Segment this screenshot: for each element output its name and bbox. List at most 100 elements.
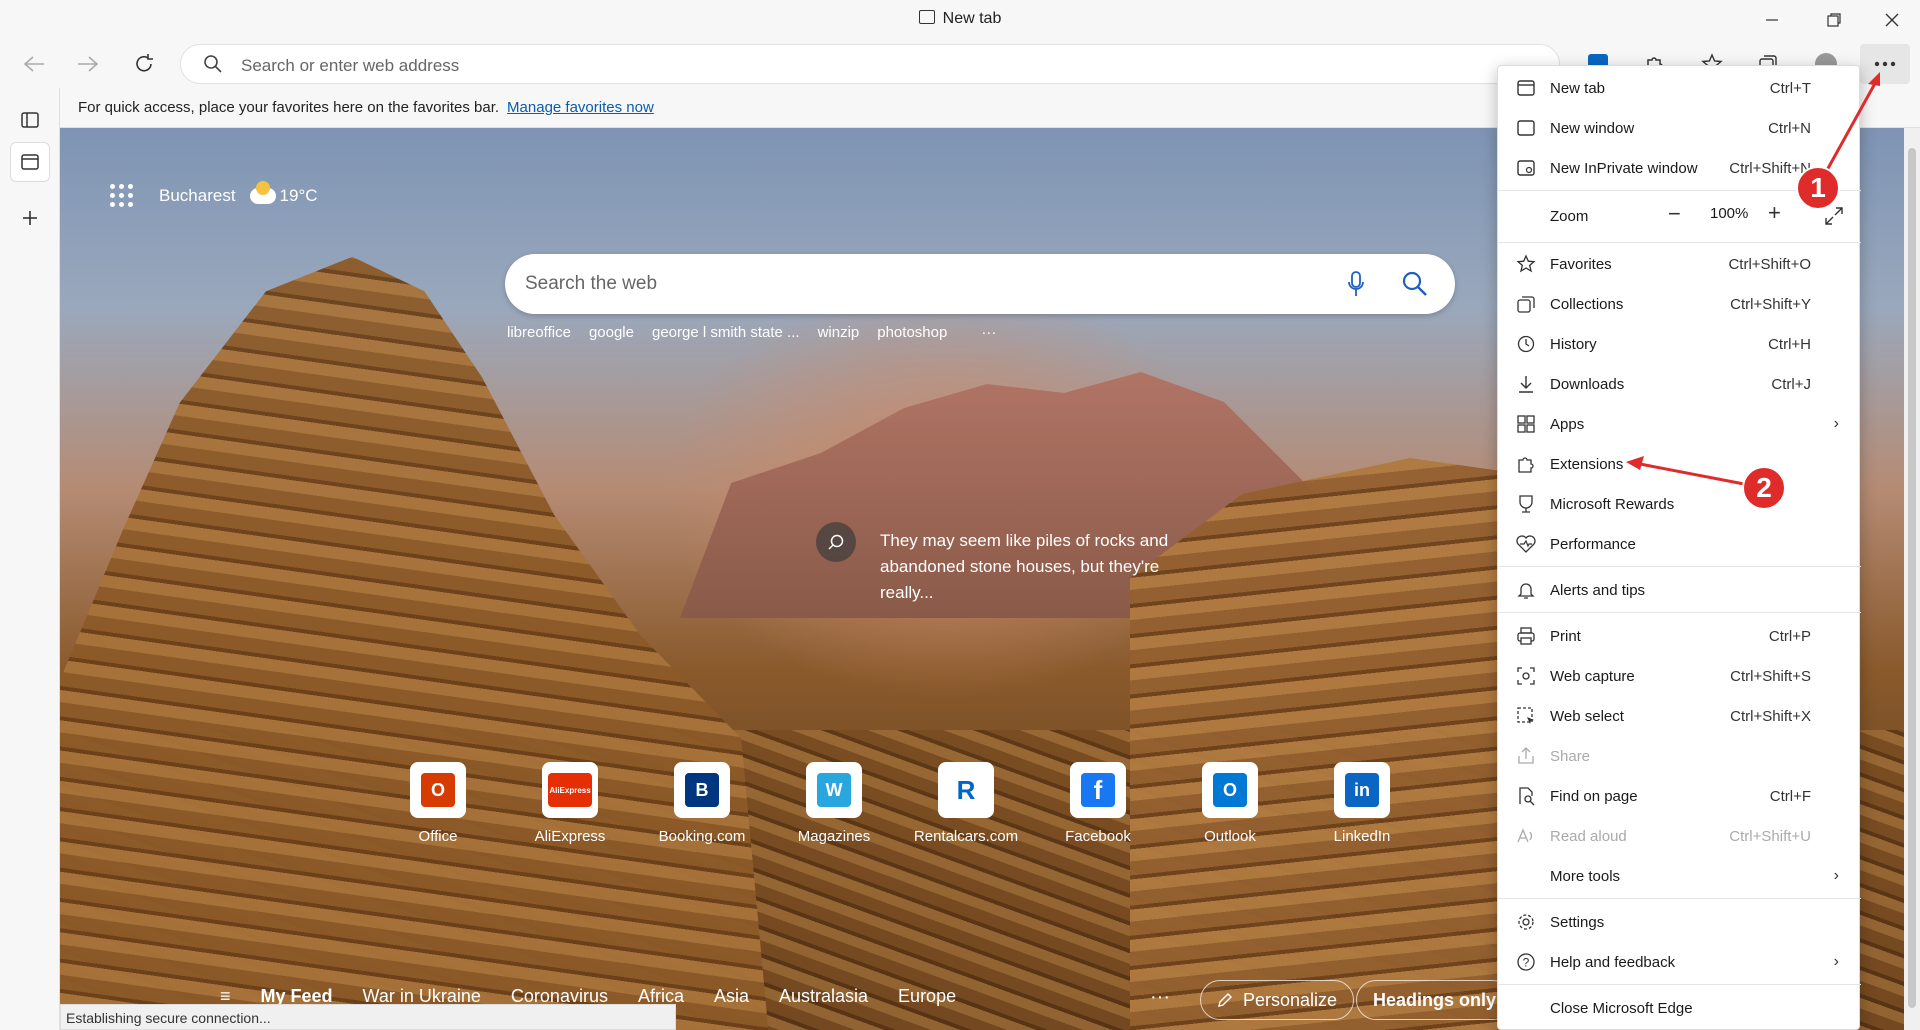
read-aloud-icon (1516, 826, 1536, 846)
background-rock-left (60, 256, 770, 1030)
menu-performance[interactable]: Performance (1498, 526, 1861, 562)
annotation-badge-2: 2 (1742, 466, 1786, 510)
quick-link-aliexpress[interactable]: AliExpress AliExpress (535, 762, 605, 845)
vertical-tab-strip (0, 88, 60, 1030)
recent-search-item[interactable]: google (589, 324, 634, 341)
menu-collections[interactable]: Collections Ctrl+Shift+Y (1498, 286, 1861, 322)
recent-search-item[interactable]: winzip (818, 324, 860, 341)
menu-close-microsoft-edge[interactable]: Close Microsoft Edge (1498, 990, 1861, 1026)
weather-cloud-icon (249, 180, 276, 204)
restore-button[interactable] (1806, 0, 1862, 40)
new-tab-button[interactable] (10, 198, 50, 238)
menu-print[interactable]: Print Ctrl+P (1498, 618, 1861, 654)
gear-icon (1516, 912, 1536, 932)
menu-downloads[interactable]: Downloads Ctrl+J (1498, 366, 1861, 402)
menu-alerts-and-tips[interactable]: Alerts and tips (1498, 572, 1861, 608)
menu-help-and-feedback[interactable]: ? Help and feedback › (1498, 944, 1861, 980)
minimize-icon (1766, 19, 1778, 21)
favorites-hint: For quick access, place your favorites h… (78, 99, 500, 116)
refresh-icon (136, 54, 153, 72)
image-info-text[interactable]: They may seem like piles of rocks and ab… (880, 528, 1190, 606)
feed-tab-europe[interactable]: Europe (898, 986, 956, 1007)
page-scrollbar[interactable] (1904, 128, 1920, 1030)
tab-icon (918, 10, 935, 24)
zoom-out-button[interactable]: − (1668, 201, 1681, 227)
web-select-icon (1516, 706, 1536, 726)
menu-separator (1498, 984, 1861, 985)
aliexpress-icon: AliExpress (548, 773, 592, 807)
window-title-text: New tab (942, 10, 1002, 27)
forward-button[interactable] (70, 46, 106, 82)
quick-link-linkedin[interactable]: in LinkedIn (1334, 762, 1390, 845)
recent-search-item[interactable]: george l smith state ... (652, 324, 800, 341)
app-launcher-icon[interactable] (110, 184, 133, 207)
recent-search-item[interactable]: libreoffice (507, 324, 571, 341)
download-icon (1516, 374, 1536, 394)
settings-and-more-button[interactable] (1860, 44, 1910, 84)
magnifier-icon (828, 534, 844, 550)
personalize-button[interactable]: Personalize (1200, 980, 1355, 1020)
feed-tab-asia[interactable]: Asia (714, 986, 749, 1007)
menu-new-window[interactable]: New window Ctrl+N (1498, 110, 1861, 146)
rentalcars-icon: R (949, 773, 983, 807)
menu-apps[interactable]: Apps › (1498, 406, 1861, 442)
back-button[interactable] (16, 46, 52, 82)
fullscreen-icon[interactable] (1824, 206, 1844, 232)
menu-settings[interactable]: Settings (1498, 904, 1861, 940)
headings-only-button[interactable]: Headings only (1356, 980, 1514, 1020)
tab-actions-button[interactable] (10, 100, 50, 140)
quick-link-office[interactable]: O Office (410, 762, 466, 845)
recent-searches-more[interactable]: ··· (981, 324, 996, 341)
scrollbar-thumb[interactable] (1908, 148, 1916, 1008)
search-submit-icon[interactable] (1401, 270, 1429, 298)
new-tab-icon (1516, 78, 1536, 98)
recent-searches: libreoffice google george l smith state … (507, 324, 996, 341)
tab-new-tab[interactable] (10, 142, 50, 182)
menu-extensions[interactable]: Extensions (1498, 446, 1861, 482)
chevron-right-icon: › (1833, 867, 1839, 884)
menu-web-capture[interactable]: Web capture Ctrl+Shift+S (1498, 658, 1861, 694)
weather-widget[interactable]: Bucharest 19°C (110, 180, 318, 207)
menu-history[interactable]: History Ctrl+H (1498, 326, 1861, 362)
more-dots-icon (1874, 61, 1896, 67)
svg-text:?: ? (1523, 956, 1530, 970)
booking-icon: B (685, 773, 719, 807)
inprivate-icon (1516, 158, 1536, 178)
share-icon (1516, 746, 1536, 766)
feed-more-button[interactable]: ··· (1150, 986, 1170, 1009)
quick-link-facebook[interactable]: f Facebook (1065, 762, 1131, 845)
quick-link-magazines[interactable]: W Magazines (798, 762, 870, 845)
zoom-in-button[interactable]: + (1768, 200, 1781, 226)
menu-microsoft-rewards[interactable]: Microsoft Rewards (1498, 486, 1861, 522)
close-window-button[interactable] (1864, 0, 1920, 40)
office-icon: O (421, 773, 455, 807)
refresh-button[interactable] (126, 46, 162, 82)
menu-favorites[interactable]: Favorites Ctrl+Shift+O (1498, 246, 1861, 282)
minimize-button[interactable] (1744, 0, 1800, 40)
address-bar[interactable]: Search or enter web address (180, 44, 1560, 84)
quick-link-booking[interactable]: B Booking.com (659, 762, 745, 845)
feed-tab-australasia[interactable]: Australasia (779, 986, 868, 1007)
recent-search-item[interactable]: photoshop (877, 324, 947, 341)
web-search-box[interactable]: Search the web (505, 254, 1455, 314)
menu-new-tab[interactable]: New tab Ctrl+T (1498, 70, 1861, 106)
apps-icon (1516, 414, 1536, 434)
quick-link-rentalcars[interactable]: R Rentalcars.com (914, 762, 1018, 845)
menu-read-aloud: Read aloud Ctrl+Shift+U (1498, 818, 1861, 854)
menu-more-tools[interactable]: More tools › (1498, 858, 1861, 894)
close-icon (1885, 13, 1899, 27)
history-icon (1516, 334, 1536, 354)
bell-icon (1516, 580, 1536, 600)
newtab-page-icon (21, 154, 39, 170)
manage-favorites-link[interactable]: Manage favorites now (507, 99, 654, 116)
title-bar: New tab (0, 0, 1920, 40)
menu-find-on-page[interactable]: Find on page Ctrl+F (1498, 778, 1861, 814)
web-capture-icon (1516, 666, 1536, 686)
linkedin-icon: in (1345, 773, 1379, 807)
image-info-button[interactable] (816, 522, 856, 562)
menu-web-select[interactable]: Web select Ctrl+Shift+X (1498, 698, 1861, 734)
microphone-icon[interactable] (1347, 270, 1365, 298)
chevron-right-icon: › (1833, 953, 1839, 970)
quick-link-outlook[interactable]: O Outlook (1202, 762, 1258, 845)
status-bar: Establishing secure connection... (60, 1004, 676, 1030)
